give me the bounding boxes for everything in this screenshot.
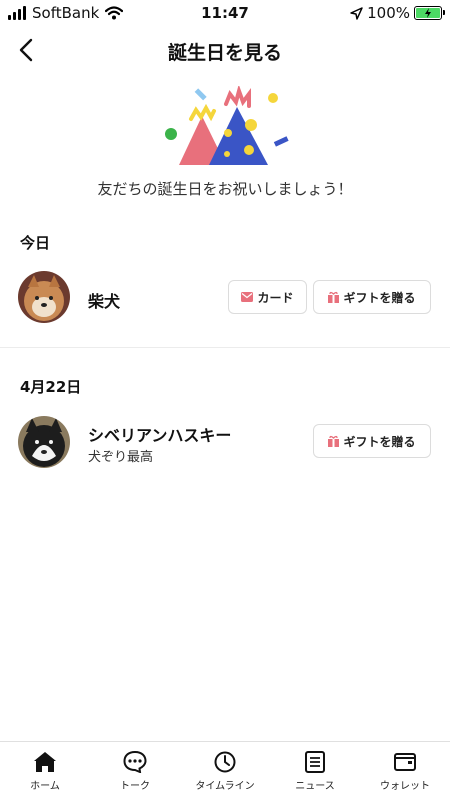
envelope-icon <box>241 292 254 302</box>
friend-status-message: 犬ぞり最高 <box>88 450 154 465</box>
page-title: 誕生日を見る <box>167 42 282 64</box>
section-title-today: 今日 <box>20 234 51 252</box>
section-title-april-22: 4月22日 <box>20 378 82 396</box>
tab-timeline[interactable]: タイムライン <box>180 742 270 800</box>
gift-icon <box>328 291 340 303</box>
friend-name: シベリアンハスキー <box>88 426 232 445</box>
battery-icon <box>414 6 445 20</box>
avatar <box>18 271 70 323</box>
tab-wallet[interactable]: ウォレット <box>360 742 450 800</box>
send-gift-button[interactable]: ギフトを贈る <box>313 424 431 458</box>
clock-icon <box>214 751 236 773</box>
tab-talk[interactable]: トーク <box>90 742 180 800</box>
wallet-icon <box>394 753 416 771</box>
status-bar: SoftBank 11:47 100% <box>0 0 450 26</box>
tab-label: ホーム <box>30 781 60 792</box>
gift-label: ギフトを贈る <box>343 290 416 305</box>
news-icon <box>305 751 325 773</box>
tab-label: ウォレット <box>380 781 430 792</box>
avatar <box>18 416 70 468</box>
send-card-button[interactable]: カード <box>228 280 307 314</box>
send-gift-button[interactable]: ギフトを贈る <box>313 280 431 314</box>
gift-label: ギフトを贈る <box>343 434 416 449</box>
tab-label: タイムライン <box>195 781 255 792</box>
battery-percent: 100% <box>367 4 410 22</box>
friend-name: 柴犬 <box>88 292 121 311</box>
friend-row-husky[interactable]: シベリアンハスキー 犬ぞり最高 ギフトを贈る <box>0 412 450 472</box>
card-label: カード <box>257 290 294 305</box>
tab-label: トーク <box>120 781 150 792</box>
party-hats-icon <box>165 84 289 165</box>
friend-row-shiba[interactable]: 柴犬 カード ギフトを贈る <box>0 267 450 327</box>
party-hat-illustration <box>0 84 450 176</box>
gift-icon <box>328 435 340 447</box>
section-divider <box>0 347 450 348</box>
birthday-message: 友だちの誕生日をお祝いしましょう！ <box>97 180 353 198</box>
tab-news[interactable]: ニュース <box>270 742 360 800</box>
nav-bar: 誕生日を見る <box>0 26 450 74</box>
tab-bar: ホーム トーク タイムライン ニュース ウォレット <box>0 741 450 800</box>
chat-icon <box>123 751 147 773</box>
home-icon <box>34 752 56 772</box>
tab-label: ニュース <box>295 781 335 792</box>
tab-home[interactable]: ホーム <box>0 742 90 800</box>
location-arrow-icon <box>350 6 363 20</box>
